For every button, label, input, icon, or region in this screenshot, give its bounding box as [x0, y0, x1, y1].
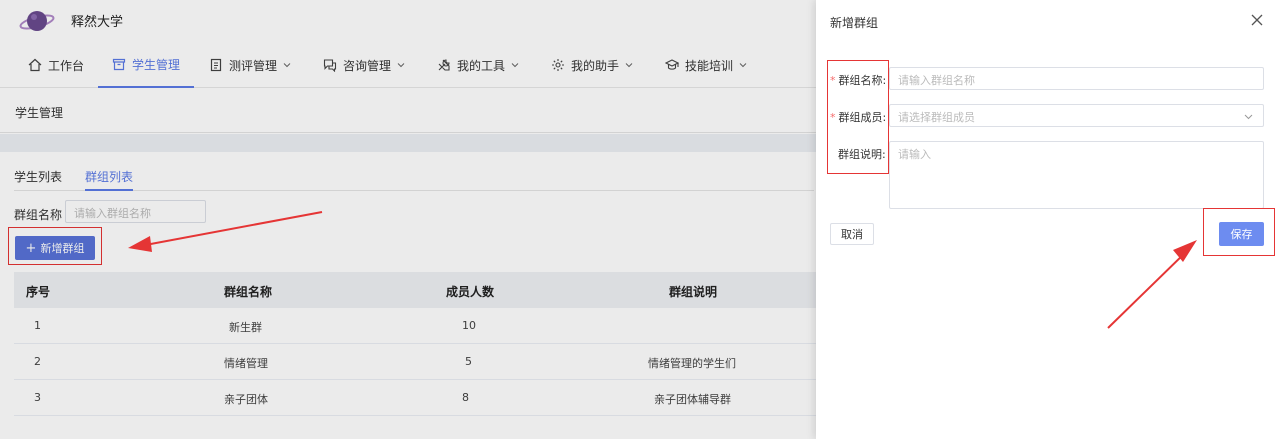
annotation-box-save-button [1203, 208, 1275, 256]
annotation-box-form-labels [827, 60, 889, 174]
drawer-title: 新增群组 [830, 16, 879, 30]
chevron-down-icon [1244, 114, 1253, 120]
select-placeholder: 请选择群组成员 [898, 111, 975, 124]
close-icon[interactable] [1250, 13, 1264, 27]
group-name-input[interactable]: 请输入群组名称 [889, 67, 1264, 90]
group-members-select[interactable]: 请选择群组成员 [889, 104, 1264, 127]
group-description-textarea[interactable]: 请输入 [889, 141, 1264, 209]
cancel-button[interactable]: 取消 [830, 223, 874, 245]
drawer-overlay[interactable] [0, 0, 816, 439]
